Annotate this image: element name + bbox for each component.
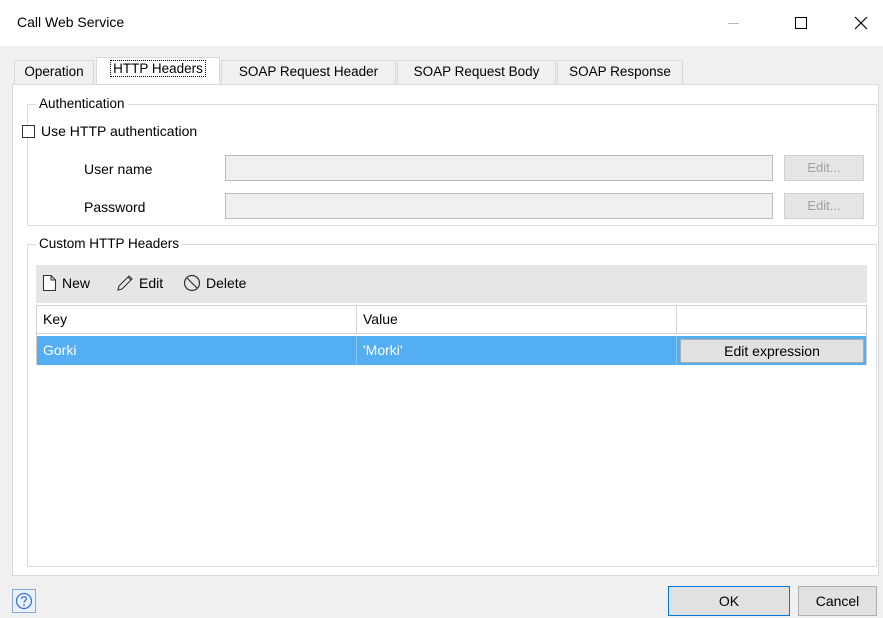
tab-operation[interactable]: Operation <box>14 60 94 84</box>
title-bar: Call Web Service <box>0 0 883 46</box>
minimize-button[interactable] <box>710 0 756 46</box>
use-http-auth-row[interactable]: Use HTTP authentication <box>22 123 197 139</box>
authentication-legend: Authentication <box>36 96 128 111</box>
edit-button[interactable]: Edit <box>116 274 163 292</box>
ok-button[interactable]: OK <box>668 586 790 616</box>
close-icon <box>854 16 868 30</box>
call-web-service-dialog: Call Web Service Operation HTTP Headers … <box>0 0 883 618</box>
username-label: User name <box>84 161 153 177</box>
password-edit-button[interactable]: Edit... <box>784 193 864 219</box>
password-field[interactable] <box>225 193 773 219</box>
dialog-footer: OK Cancel <box>0 584 883 618</box>
row-value-cell[interactable]: 'Morki' <box>357 336 677 365</box>
minimize-icon <box>727 22 739 24</box>
maximize-button[interactable] <box>778 0 824 46</box>
maximize-icon <box>795 17 807 29</box>
new-document-icon <box>42 274 57 292</box>
use-http-auth-label: Use HTTP authentication <box>41 123 198 139</box>
password-label: Password <box>84 199 146 215</box>
table-row[interactable]: Gorki 'Morki' Edit expression <box>37 336 866 365</box>
close-button[interactable] <box>838 0 883 46</box>
tab-soap-response[interactable]: SOAP Response <box>557 60 683 84</box>
username-edit-button[interactable]: Edit... <box>784 155 864 181</box>
window-title: Call Web Service <box>17 14 125 30</box>
edit-expression-button[interactable]: Edit expression <box>680 339 864 363</box>
pencil-icon <box>117 275 133 291</box>
headers-table: Key Value Gorki 'Morki' Edit expression <box>36 305 867 365</box>
help-button[interactable] <box>12 589 36 613</box>
column-value-header[interactable]: Value <box>357 306 677 334</box>
row-key-cell[interactable]: Gorki <box>37 336 357 365</box>
new-button[interactable]: New <box>42 274 90 292</box>
column-key-header[interactable]: Key <box>37 306 357 334</box>
delete-icon <box>183 274 201 292</box>
help-icon <box>15 592 33 610</box>
tab-http-headers[interactable]: HTTP Headers <box>96 57 220 85</box>
username-field[interactable] <box>225 155 773 181</box>
tab-soap-request-header[interactable]: SOAP Request Header <box>221 60 396 84</box>
use-http-auth-checkbox[interactable] <box>22 124 35 138</box>
headers-toolbar: New Edit Delete <box>36 265 867 303</box>
cancel-button[interactable]: Cancel <box>798 586 877 616</box>
custom-headers-legend: Custom HTTP Headers <box>36 236 183 251</box>
table-header: Key Value <box>37 306 866 334</box>
delete-button[interactable]: Delete <box>183 274 246 292</box>
column-action-header <box>677 306 866 334</box>
tab-soap-request-body[interactable]: SOAP Request Body <box>397 60 556 84</box>
